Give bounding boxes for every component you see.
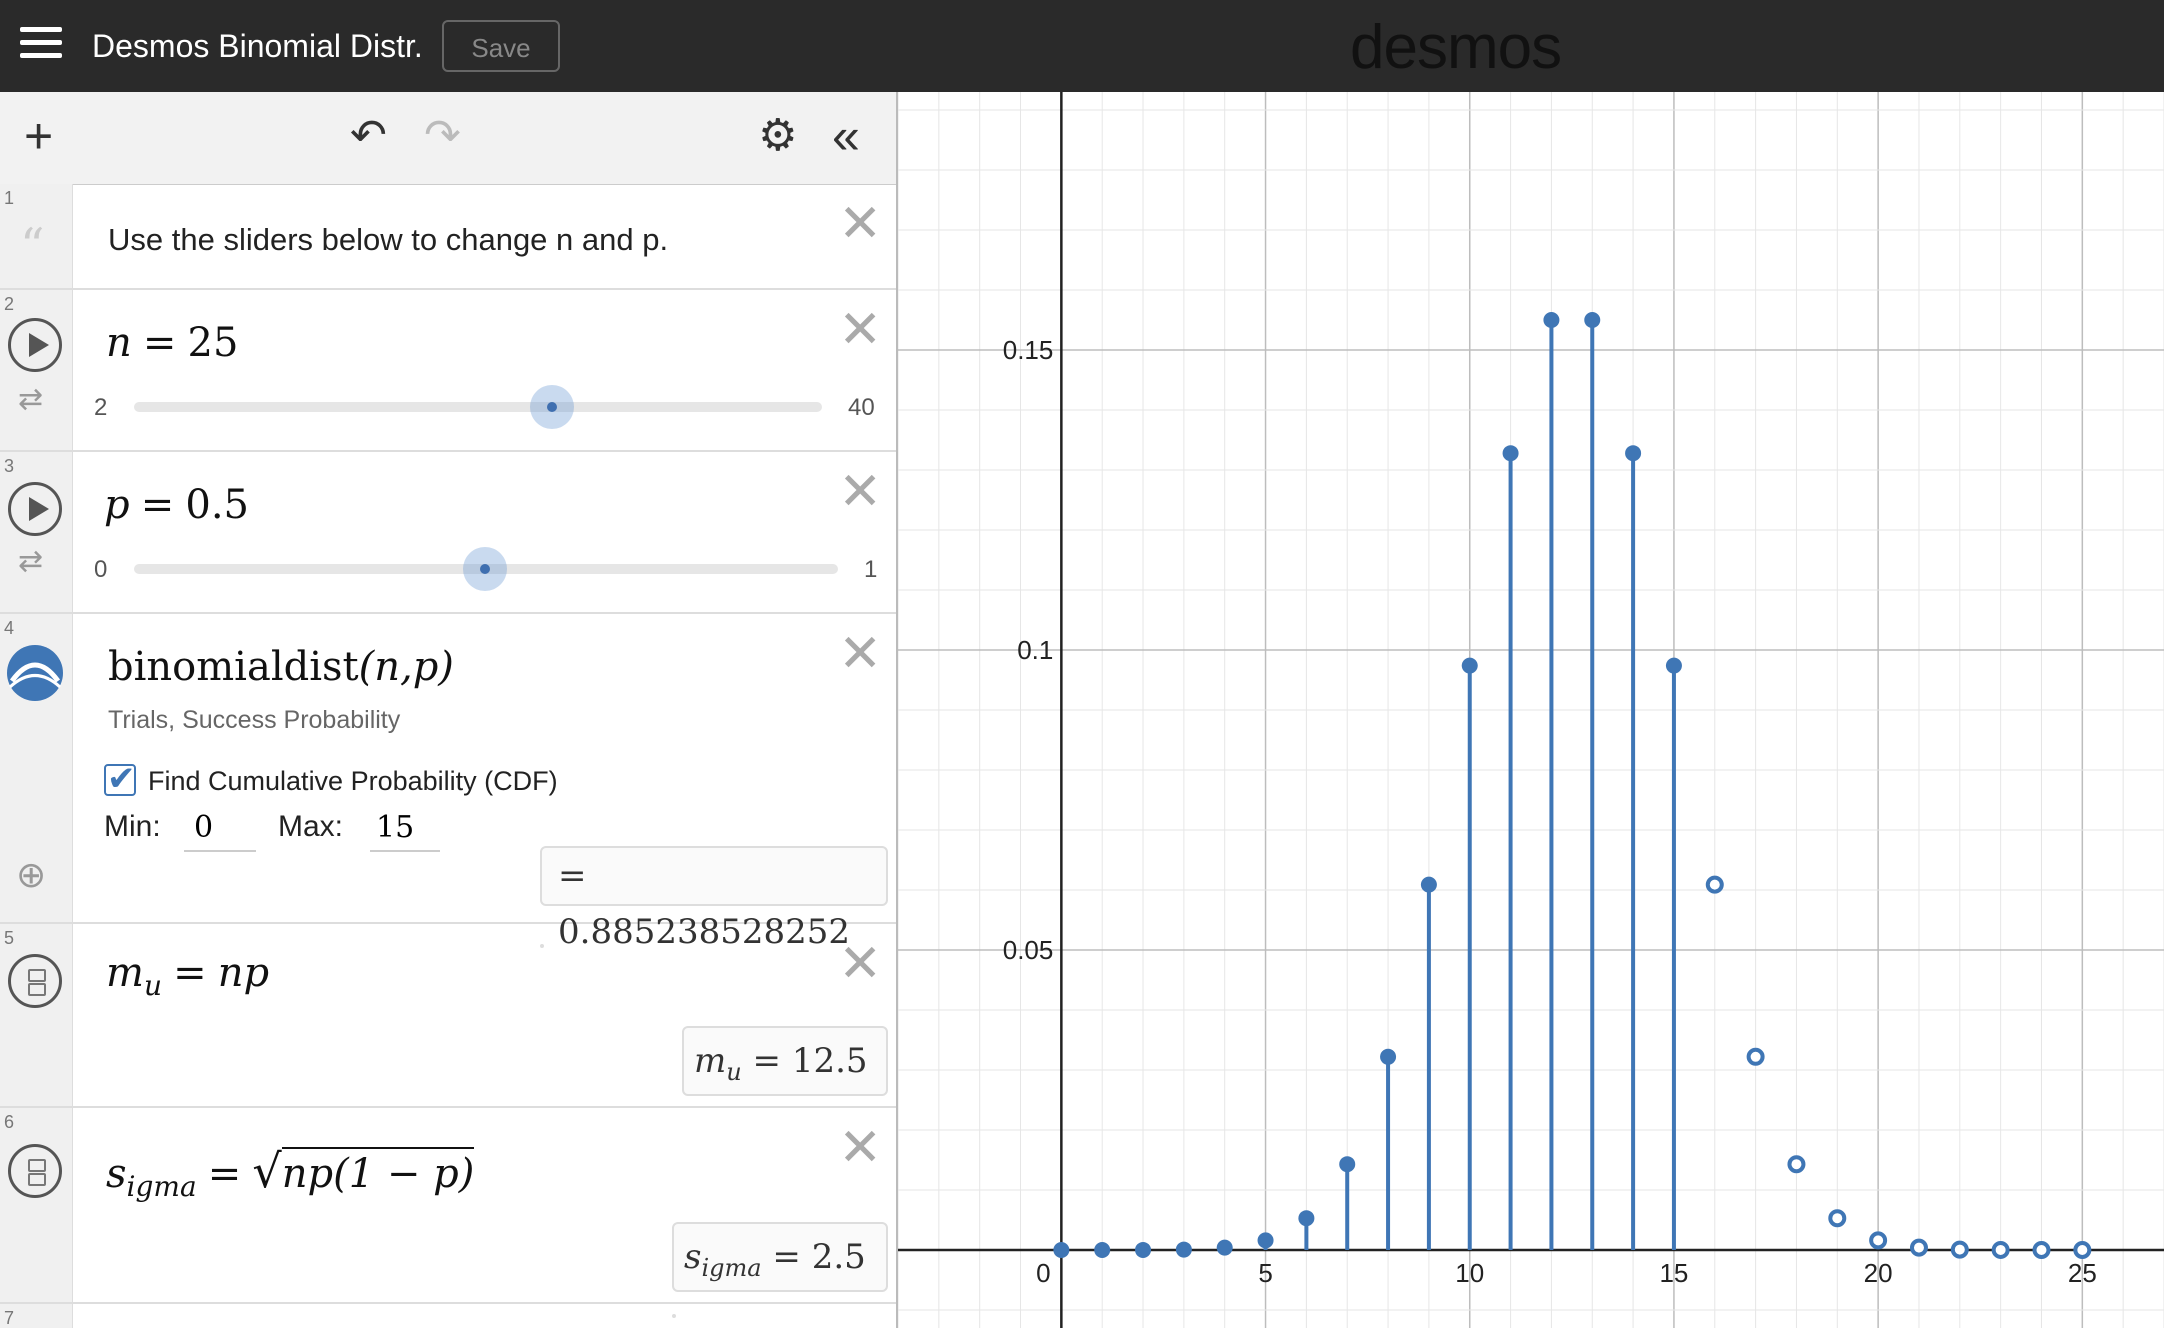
data-point [1216, 1239, 1233, 1256]
note-text: Use the sliders below to change n and p. [108, 222, 669, 257]
data-point [1257, 1232, 1274, 1249]
save-button[interactable]: Save [442, 20, 560, 72]
slider-max: 1 [864, 556, 878, 583]
folder-icon[interactable] [8, 954, 62, 1008]
x-tick-label: 20 [1864, 1258, 1893, 1288]
menu-icon[interactable] [20, 27, 62, 63]
min-label: Min: [104, 810, 161, 843]
redo-icon[interactable]: ↷ [424, 114, 461, 158]
p-slider-thumb[interactable] [463, 547, 507, 591]
app-title: Desmos Binomial Distr. [92, 28, 423, 64]
data-point [1502, 445, 1519, 462]
data-point [1339, 1156, 1356, 1173]
play-icon[interactable] [8, 482, 62, 536]
data-point-open [1909, 1238, 1928, 1257]
sigma-formula: np(1 − p) [281, 1147, 475, 1197]
data-point [1625, 445, 1642, 462]
graph-area[interactable]: 0 5 10 15 20 25 0.05 0.1 0.15 [897, 92, 2164, 1328]
data-point [1461, 657, 1478, 674]
expression-row-binomialdist[interactable]: 4 binomialdist(n,p) Trials, Success Prob… [0, 614, 896, 952]
data-point-open [1828, 1209, 1847, 1228]
data-point [1584, 312, 1601, 328]
cdf-label: Find Cumulative Probability (CDF) [148, 766, 558, 796]
data-point [1053, 1241, 1070, 1258]
expression-row-empty[interactable]: 7 [0, 1304, 896, 1328]
slider-min: 2 [94, 394, 108, 421]
data-point [1298, 1210, 1315, 1227]
x-tick-label: 10 [1455, 1258, 1484, 1288]
close-icon[interactable]: ✕ [838, 304, 882, 356]
cdf-checkbox[interactable]: ✔ [104, 760, 136, 798]
desmos-logo: desmos [1350, 13, 1562, 82]
mu-formula: np [217, 950, 270, 996]
x-tick-label: 0 [1036, 1258, 1050, 1288]
top-bar: Desmos Binomial Distr. Save desmos [0, 0, 2164, 92]
data-point [1665, 657, 1682, 674]
close-icon[interactable]: ✕ [838, 1122, 882, 1174]
variable-n: n [106, 320, 132, 366]
mu-result: mu = 12.5 [682, 1026, 888, 1096]
y-tick-label: 0.05 [1003, 935, 1054, 965]
sqrt-icon: √ [252, 1144, 282, 1198]
min-input[interactable]: 0 [184, 810, 256, 852]
x-tick-label: 15 [1659, 1258, 1688, 1288]
expression-row-mu[interactable]: 5 mu = np mu = 12.5 ✕ [0, 924, 896, 1108]
binomial-chart[interactable]: 0 5 10 15 20 25 0.05 0.1 0.15 [897, 92, 2164, 1328]
gear-icon[interactable]: ⚙ [758, 114, 797, 158]
function-name: binomialdist [108, 644, 359, 690]
close-icon[interactable]: ✕ [838, 938, 882, 990]
close-icon[interactable]: ✕ [838, 198, 882, 250]
data-point-open [1787, 1155, 1806, 1174]
slider-min: 0 [94, 556, 108, 583]
data-point-open [2032, 1240, 2051, 1259]
sigma-result: sigma = 2.5 [672, 1222, 888, 1292]
data-point-open [1950, 1240, 1969, 1259]
variable-p: p [104, 482, 130, 528]
data-point-open [1869, 1231, 1888, 1250]
distribution-icon [7, 645, 63, 701]
data-point [1420, 876, 1437, 893]
n-value: 25 [187, 320, 239, 366]
check-icon: ✔ [107, 760, 136, 798]
expression-panel: + ↶ ↷ ⚙ « 1 “ Use the sliders below to c… [0, 92, 898, 1328]
y-tick-label: 0.15 [1003, 335, 1054, 365]
undo-icon[interactable]: ↶ [350, 114, 387, 158]
data-point-open [1705, 875, 1724, 894]
expression-toolbar: + ↶ ↷ ⚙ « [0, 92, 896, 185]
hint-trials: Trials, [108, 706, 176, 734]
x-tick-label: 5 [1258, 1258, 1272, 1288]
folder-icon[interactable] [8, 1144, 62, 1198]
data-point-open [1991, 1240, 2010, 1259]
data-point [1380, 1048, 1397, 1065]
max-input[interactable]: 15 [370, 810, 440, 852]
expression-row-p[interactable]: 3 ⇄ p = 0.5 0 1 ✕ [0, 452, 896, 614]
close-icon[interactable]: ✕ [838, 466, 882, 518]
n-slider-thumb[interactable] [530, 385, 574, 429]
play-icon[interactable] [8, 318, 62, 372]
note-row[interactable]: 1 “ Use the sliders below to change n an… [0, 184, 896, 290]
add-item-icon[interactable]: + [24, 111, 53, 161]
data-point [1175, 1241, 1192, 1258]
zoom-fit-icon[interactable]: ⊕ [16, 854, 46, 896]
y-tick-label: 0.1 [1017, 635, 1053, 665]
hint-success-probability: Success Probability [182, 706, 401, 734]
slider-max: 40 [848, 394, 875, 421]
collapse-panel-icon[interactable]: « [832, 111, 860, 161]
expression-row-n[interactable]: 2 ⇄ n = 25 2 40 ✕ [0, 290, 896, 452]
max-label: Max: [278, 810, 344, 843]
function-args: (n,p) [358, 644, 454, 690]
n-slider-track[interactable] [134, 402, 822, 412]
close-icon[interactable]: ✕ [838, 628, 882, 680]
data-point [1135, 1241, 1152, 1258]
data-point-open [1746, 1047, 1765, 1066]
loop-icon[interactable]: ⇄ [18, 544, 43, 579]
cdf-result: = 0.885238528252 [540, 846, 888, 952]
data-point-open [2073, 1240, 2092, 1259]
data-point [1543, 312, 1560, 328]
data-point [1094, 1241, 1111, 1258]
loop-icon[interactable]: ⇄ [18, 382, 43, 417]
p-value: 0.5 [185, 482, 249, 528]
x-tick-label: 25 [2068, 1258, 2097, 1288]
quote-icon: “ [20, 218, 45, 274]
